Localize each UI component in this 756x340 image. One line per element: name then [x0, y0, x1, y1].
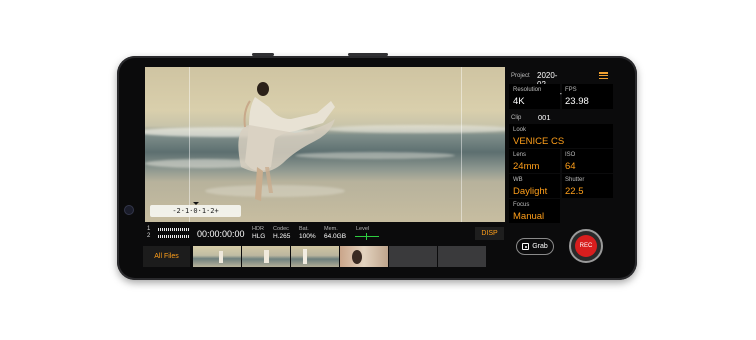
iso-cell[interactable]: ISO 64 — [562, 149, 613, 173]
look-label: Look — [513, 127, 527, 133]
viewfinder[interactable] — [145, 67, 505, 222]
iso-label: ISO — [565, 152, 576, 158]
side-button — [252, 53, 274, 56]
clip-thumbnail[interactable] — [242, 246, 290, 267]
resolution-label: Resolution — [513, 87, 542, 93]
shutter-value: 22.5 — [565, 186, 584, 197]
focus-cell[interactable]: Focus Manual — [509, 199, 560, 223]
grid-line — [189, 67, 190, 222]
rec-button[interactable]: REC — [569, 229, 603, 263]
battery-value: 100% — [299, 233, 316, 240]
scale-marker — [193, 202, 199, 205]
rec-label: REC — [579, 243, 593, 249]
look-value: VENICE CS — [513, 136, 565, 147]
focus-value: Manual — [513, 211, 545, 222]
shutter-label: Shutter — [565, 177, 585, 183]
audio-ch1-label: 1 — [147, 226, 151, 232]
lens-value: 24mm — [513, 161, 540, 172]
fps-cell[interactable]: FPS 23.98 — [562, 84, 613, 109]
wb-cell[interactable]: WB Daylight — [509, 174, 560, 198]
clip-thumbnail[interactable] — [291, 246, 339, 267]
front-camera — [124, 205, 134, 215]
grab-icon — [522, 243, 530, 250]
memory-value: 64.0GB — [324, 233, 347, 240]
hdr-label: HDR — [252, 226, 264, 232]
exposure-scale: -2·1·0·1·2+ — [150, 205, 241, 217]
wb-value: Daylight — [513, 186, 548, 197]
rec-icon: REC — [575, 235, 597, 257]
level-indicator-center — [366, 233, 367, 240]
look-cell[interactable]: Look VENICE CS — [509, 124, 613, 148]
clip-thumbnail[interactable] — [340, 246, 388, 267]
level-indicator — [355, 236, 379, 237]
fps-label: FPS — [565, 87, 577, 93]
focus-label: Focus — [513, 202, 530, 208]
shutter-cell[interactable]: Shutter 22.5 — [562, 174, 613, 198]
memory-label: Mem. — [324, 226, 338, 232]
codec-value: H.265 — [273, 233, 291, 240]
resolution-value: 4K — [513, 96, 525, 107]
codec-label: Codec — [273, 226, 289, 232]
clip-label: Clip — [511, 115, 522, 121]
battery-label: Bat. — [299, 226, 309, 232]
menu-icon[interactable] — [599, 72, 608, 80]
audio-meter-ch2 — [158, 235, 190, 238]
all-files-button[interactable]: All Files — [143, 246, 190, 267]
volume-button — [348, 53, 388, 56]
lens-cell[interactable]: Lens 24mm — [509, 149, 560, 173]
grab-button[interactable]: Grab — [516, 238, 554, 255]
project-label: Project — [511, 73, 530, 79]
audio-ch2-label: 2 — [147, 233, 151, 239]
lens-label: Lens — [513, 152, 527, 158]
clip-value: 001 — [538, 113, 551, 122]
clip-thumbnail-empty — [389, 246, 437, 267]
hdr-value: HLG — [252, 233, 266, 240]
resolution-cell[interactable]: Resolution 4K — [509, 84, 560, 109]
clip-thumbnail-empty — [438, 246, 486, 267]
fps-value: 23.98 — [565, 96, 589, 107]
clip-thumbnail[interactable] — [193, 246, 241, 267]
disp-button[interactable]: DISP — [475, 227, 504, 240]
level-label: Level — [356, 226, 370, 232]
timecode: 00:00:00:00 — [197, 229, 245, 239]
wb-label: WB — [513, 177, 523, 183]
grab-label: Grab — [532, 243, 548, 250]
audio-meter-ch1 — [158, 228, 190, 231]
subject-image — [238, 82, 335, 201]
grid-line — [461, 67, 462, 222]
iso-value: 64 — [565, 161, 576, 172]
